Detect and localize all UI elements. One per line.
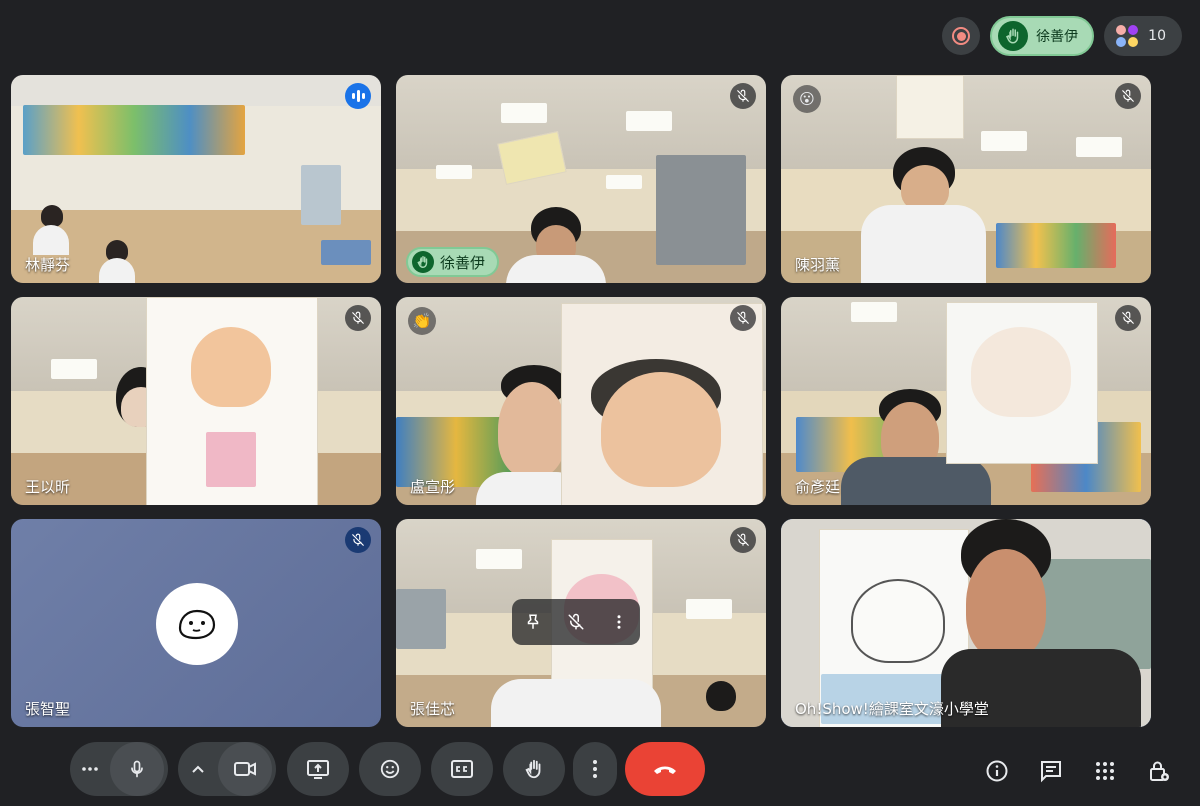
- camera-options-button[interactable]: [178, 742, 218, 796]
- microphone-button[interactable]: [110, 742, 164, 796]
- participant-avatar: [156, 583, 238, 665]
- participant-tile[interactable]: 俞彥廷: [781, 297, 1151, 505]
- host-controls-icon: [1150, 761, 1169, 781]
- camera-control-group: [178, 742, 276, 796]
- emoji-icon: [380, 759, 400, 779]
- activities-icon: [1096, 762, 1114, 780]
- speaking-indicator-icon: [345, 83, 371, 109]
- camera-button[interactable]: [218, 742, 272, 796]
- captions-icon: [451, 760, 473, 778]
- microphone-icon: [131, 760, 143, 778]
- chat-button[interactable]: [1038, 758, 1064, 784]
- participant-name: 盧宣彤: [410, 478, 456, 496]
- record-icon: [952, 27, 971, 45]
- raised-hand-chip: 徐善伊: [406, 247, 500, 277]
- doodle-face-icon: [178, 609, 216, 640]
- emoji-reaction-button[interactable]: [359, 742, 421, 796]
- meeting-info-button[interactable]: [984, 758, 1010, 784]
- more-vert-icon: [593, 760, 597, 778]
- participant-name: 林靜芬: [25, 256, 71, 274]
- captions-button[interactable]: [431, 742, 493, 796]
- participant-tile[interactable]: 王以昕: [11, 297, 381, 505]
- raise-hand-icon: [998, 21, 1029, 51]
- muted-mic-icon: [730, 305, 756, 331]
- raise-hand-icon: [525, 759, 541, 779]
- participant-name: Oh!Show!繪課室文濠小學堂: [795, 700, 989, 718]
- top-bar: 徐善伊 10: [942, 15, 1182, 57]
- raise-hand-icon: [412, 251, 434, 273]
- participant-tile[interactable]: 林靜芬: [11, 75, 381, 283]
- activities-button[interactable]: [1092, 758, 1118, 784]
- participant-count: 10: [1148, 28, 1166, 44]
- participant-tile[interactable]: 徐善伊: [396, 75, 766, 283]
- muted-mic-icon: [345, 305, 371, 331]
- participant-tile[interactable]: 👏 盧宣彤: [396, 297, 766, 505]
- pin-icon[interactable]: [524, 613, 542, 631]
- muted-mic-icon: [730, 527, 756, 553]
- camera-icon: [234, 762, 256, 776]
- end-call-icon: [654, 766, 676, 774]
- participant-name: 王以昕: [25, 478, 71, 496]
- mute-participant-icon[interactable]: [567, 613, 585, 631]
- participant-tile[interactable]: 😮 陳羽薰: [781, 75, 1151, 283]
- reaction-emoji: 👏: [408, 307, 436, 335]
- muted-mic-icon: [1115, 83, 1141, 109]
- present-screen-icon: [307, 760, 329, 779]
- present-screen-button[interactable]: [287, 742, 349, 796]
- end-call-button[interactable]: [625, 742, 705, 796]
- raised-hand-indicator[interactable]: 徐善伊: [990, 16, 1095, 56]
- participants-button[interactable]: 10: [1104, 16, 1182, 56]
- more-options-menu-button[interactable]: [573, 742, 617, 796]
- chat-icon: [1041, 761, 1061, 783]
- participant-tile[interactable]: 張智聖: [11, 519, 381, 727]
- chevron-up-icon: [192, 765, 204, 773]
- more-options-icon: [82, 767, 98, 771]
- muted-mic-icon: [345, 527, 371, 553]
- participant-tile[interactable]: 張佳芯: [396, 519, 766, 727]
- raised-hand-name: 徐善伊: [440, 253, 486, 272]
- participant-avatars-icon: [1116, 25, 1139, 47]
- bottom-control-bar: [0, 734, 1200, 806]
- participant-name: 俞彥廷: [795, 478, 841, 496]
- participant-tile-self[interactable]: Oh!Show!繪課室文濠小學堂: [781, 519, 1151, 727]
- participant-name: 陳羽薰: [795, 256, 841, 274]
- mic-control-group: [70, 742, 168, 796]
- more-options-button[interactable]: [70, 742, 110, 796]
- tile-hover-controls[interactable]: [512, 599, 640, 645]
- muted-mic-icon: [1115, 305, 1141, 331]
- host-controls-button[interactable]: [1146, 758, 1172, 784]
- participant-name: 張佳芯: [410, 700, 456, 718]
- participant-name: 張智聖: [25, 700, 71, 718]
- raise-hand-button[interactable]: [503, 742, 565, 796]
- more-vert-icon[interactable]: [610, 613, 628, 631]
- reaction-emoji: 😮: [793, 85, 821, 113]
- muted-mic-icon: [730, 83, 756, 109]
- info-icon: [986, 760, 1008, 782]
- raised-hand-name: 徐善伊: [1036, 29, 1079, 45]
- record-button[interactable]: [942, 17, 981, 55]
